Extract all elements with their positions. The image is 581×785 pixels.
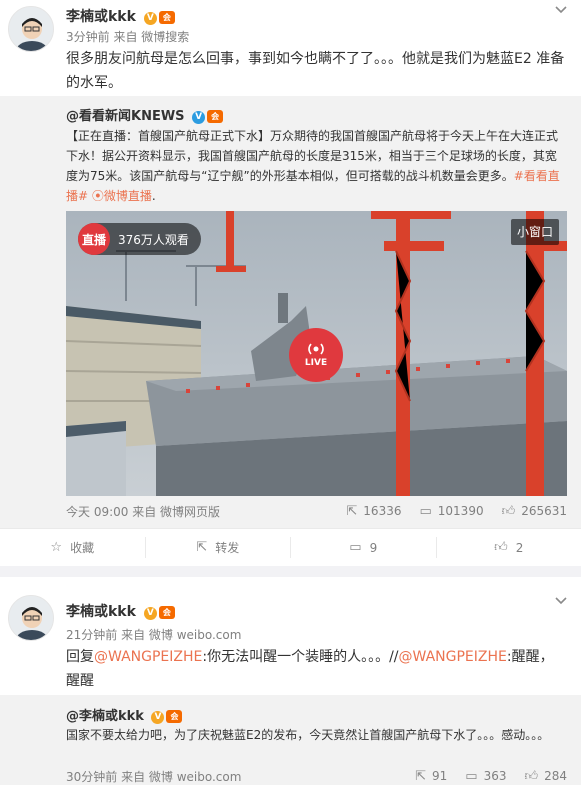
author-name-text: 李楠或kkk [66, 604, 136, 620]
comment-button[interactable]: ▭ 9 [291, 537, 437, 558]
quoted-text: 国家不要太给力吧，为了庆祝魅蓝E2的发布，今天竟然让首艘国产航母下水了。。。感动… [66, 728, 550, 742]
quoted-comment-count[interactable]: ▭ 363 [465, 769, 506, 784]
reply-body: :你无法叫醒一个装睡的人。。。// [202, 649, 399, 665]
retweet-comment-count[interactable]: ▭ 101390 [419, 504, 483, 519]
live-play-button[interactable]: LIVE [289, 328, 343, 382]
member-badge-icon: 会 [166, 710, 183, 723]
retweet-footer: 今天 09:00 来自 微博网页版 ⇱ 16336 ▭ 101390 👍︎ 26563… [66, 502, 567, 520]
quoted-author-text: @李楠或kkk [66, 709, 144, 724]
verified-badge-icon: V [143, 607, 157, 620]
like-icon: 👍︎ [494, 540, 508, 555]
mention-link[interactable]: @WANGPEIZHE [399, 649, 507, 665]
repost-button[interactable]: ⇱ 转发 [146, 537, 291, 558]
comment-count-text: 101390 [437, 504, 484, 518]
chevron-down-icon[interactable] [553, 4, 569, 18]
retweet-text: 【正在直播：首艘国产航母正式下水】万众期待的我国首艘国产航母将于今天上午在大连正… [66, 126, 567, 206]
broadcast-icon [308, 343, 324, 355]
action-bar: ☆ 收藏 ⇱ 转发 ▭ 9 👍︎ 2 [0, 528, 581, 566]
post-meta: 21分钟前 来自 微博 weibo.com [66, 628, 242, 642]
quoted-repost-count[interactable]: ⇱ 91 [415, 769, 447, 784]
live-video-player[interactable]: 直播 376万人观看 小窗口 LIVE [66, 211, 567, 496]
post-text: 很多朋友问航母是怎么回事，事到如今也瞒不了了。。。他就是我们为魅蓝E2 准备的水… [66, 51, 565, 91]
quoted-time-source: 30分钟前 来自 微博 weibo.com [66, 769, 242, 784]
retweet-body: 【正在直播：首艘国产航母正式下水】万众期待的我国首艘国产航母将于今天上午在大连正… [66, 129, 559, 183]
repost-label: 转发 [215, 541, 240, 555]
verified-badge-icon: V [143, 12, 157, 25]
weibo-live-link[interactable]: 微博直播 [104, 189, 152, 203]
mention-link[interactable]: @WANGPEIZHE [94, 649, 202, 665]
comment-icon: ▭ [465, 768, 478, 784]
member-badge-icon: 会 [207, 110, 224, 123]
like-count: 2 [515, 540, 524, 555]
author-name-text: 李楠或kkk [66, 9, 136, 25]
live-center-label: LIVE [304, 358, 328, 368]
verified-badge-icon: V [151, 711, 165, 724]
comment-count: 9 [369, 540, 378, 555]
author-name[interactable]: 李楠或kkk V会 [66, 6, 175, 26]
star-icon: ☆ [50, 540, 63, 555]
retweet-repost-count[interactable]: ⇱ 16336 [346, 504, 401, 519]
quoted-footer: 30分钟前 来自 微博 weibo.com ⇱ 91 ▭ 363 👍︎ 284 [66, 767, 567, 785]
quoted-author[interactable]: @李楠或kkk V会 [66, 705, 183, 724]
retweet-like-count[interactable]: 👍︎ 265631 [502, 504, 567, 519]
favorite-label: 收藏 [70, 541, 95, 555]
retweet-author-text: @看看新闻KNEWS [66, 109, 185, 124]
comment-icon: ▭ [419, 503, 432, 519]
member-badge-icon: 会 [158, 11, 175, 24]
viewer-count: 376万人观看 [118, 232, 189, 247]
member-badge-icon: 会 [158, 606, 175, 619]
repost-icon: ⇱ [415, 768, 427, 784]
retweet-time-source: 今天 09:00 来自 微博网页版 [66, 504, 221, 519]
like-icon: 👍︎ [524, 768, 539, 784]
comment-icon: ▭ [349, 540, 362, 555]
live-status-chip: 直播 376万人观看 [78, 223, 201, 255]
like-icon: 👍︎ [501, 503, 516, 519]
weibo-post-2: 李楠或kkk V会 21分钟前 来自 微博 weibo.com 回复@WANGP… [0, 577, 581, 785]
dot: . [151, 189, 156, 203]
repost-count-text: 16336 [363, 504, 402, 518]
quoted-post: @李楠或kkk V会 国家不要太给力吧，为了庆祝魅蓝E2的发布，今天竟然让首艘国… [0, 695, 581, 785]
comment-count-text: 363 [483, 769, 507, 783]
live-label: 直播 [78, 223, 110, 255]
like-count-text: 284 [544, 769, 567, 783]
post-text: 回复@WANGPEIZHE:你无法叫醒一个装睡的人。。。//@WANGPEIZH… [66, 645, 567, 693]
favorite-button[interactable]: ☆ 收藏 [0, 537, 146, 558]
quoted-like-count[interactable]: 👍︎ 284 [525, 769, 568, 784]
chevron-down-icon[interactable] [553, 595, 569, 609]
like-button[interactable]: 👍︎ 2 [437, 537, 581, 558]
mini-window-button[interactable]: 小窗口 [510, 219, 559, 245]
reply-prefix: 回复 [66, 649, 94, 665]
author-name[interactable]: 李楠或kkk V会 [66, 601, 175, 621]
verified-badge-icon: V [192, 111, 206, 124]
avatar[interactable] [8, 595, 54, 641]
avatar[interactable] [8, 6, 54, 52]
weibo-post-1: 李楠或kkk V会 3分钟前 来自 微博搜索 很多朋友问航母是怎么回事，事到如今… [0, 0, 581, 566]
live-link-icon[interactable]: ⦿ [92, 189, 104, 203]
like-count-text: 265631 [521, 504, 567, 518]
post-meta: 3分钟前 来自 微博搜索 [66, 30, 190, 44]
retweet-author[interactable]: @看看新闻KNEWS V会 [66, 105, 224, 124]
repost-count-text: 91 [432, 769, 448, 783]
repost-icon: ⇱ [196, 540, 208, 555]
repost-icon: ⇱ [346, 503, 358, 519]
